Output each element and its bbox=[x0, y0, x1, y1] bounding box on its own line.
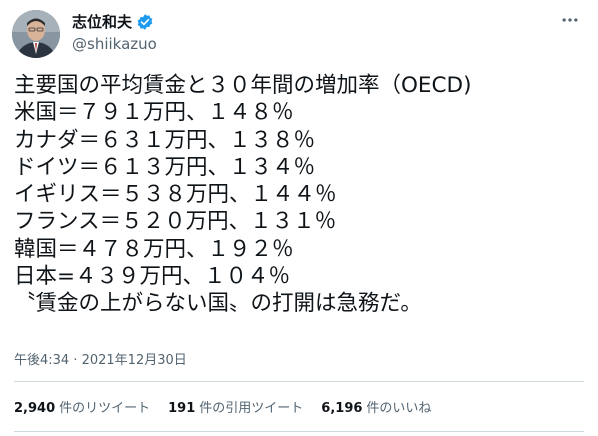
quote-tweets-stat[interactable]: 191 件の引用ツイート bbox=[168, 400, 303, 418]
verified-badge-icon bbox=[136, 13, 154, 31]
author-handle[interactable]: @shiikazuo bbox=[72, 34, 157, 54]
display-name[interactable]: 志位和夫 bbox=[72, 12, 132, 32]
likes-stat[interactable]: 6,196 件のいいね bbox=[321, 400, 431, 418]
user-portrait-icon bbox=[12, 10, 60, 58]
tweet-line-title: 主要国の平均賃金と３０年間の増加率（OECD) bbox=[14, 73, 472, 98]
retweets-stat[interactable]: 2,940 件のリツイート bbox=[14, 400, 150, 418]
tweet-line-uk: イギリス＝５３８万円、１４４％ bbox=[14, 182, 337, 208]
tweet-line-conclusion: 〝賃金の上がらない国〟の打開は急務だ。 bbox=[14, 291, 422, 317]
tweet-line-germany: ドイツ＝６１３万円、１３４％ bbox=[14, 154, 316, 180]
likes-label: 件のいいね bbox=[366, 401, 432, 416]
author-name-row[interactable]: 志位和夫 bbox=[72, 12, 154, 32]
divider bbox=[14, 381, 584, 382]
retweets-label: 件のリツイート bbox=[59, 401, 151, 416]
quote-tweets-label: 件の引用ツイート bbox=[199, 401, 304, 416]
tweet-line-japan: 日本=４３９万円、１０４％ bbox=[14, 264, 291, 290]
quote-tweets-count: 191 bbox=[168, 401, 196, 416]
tweet-line-canada: カナダ＝６３１万円、１３８％ bbox=[14, 127, 316, 153]
retweets-count: 2,940 bbox=[14, 401, 56, 416]
likes-count: 6,196 bbox=[321, 401, 363, 416]
divider bbox=[14, 431, 584, 432]
avatar[interactable] bbox=[12, 10, 60, 58]
engagement-stats: 2,940 件のリツイート 191 件の引用ツイート 6,196 件のいいね bbox=[14, 400, 431, 418]
tweet-timestamp[interactable]: 午後4:34 · 2021年12月30日 bbox=[14, 352, 187, 370]
tweet-card: 志位和夫 @shiikazuo 主要国の平均賃金と３０年間の増加率（OECD) … bbox=[0, 0, 598, 436]
tweet-line-france: フランス＝５２０万円、１３１％ bbox=[14, 209, 337, 235]
tweet-line-korea: 韓国＝４７８万円、１９２％ bbox=[14, 236, 294, 262]
more-options-icon[interactable] bbox=[560, 10, 580, 35]
tweet-text: 主要国の平均賃金と３０年間の増加率（OECD) 米国＝７９１万円、１４８％ カナ… bbox=[14, 72, 589, 318]
tweet-line-us: 米国＝７９１万円、１４８％ bbox=[14, 100, 294, 126]
